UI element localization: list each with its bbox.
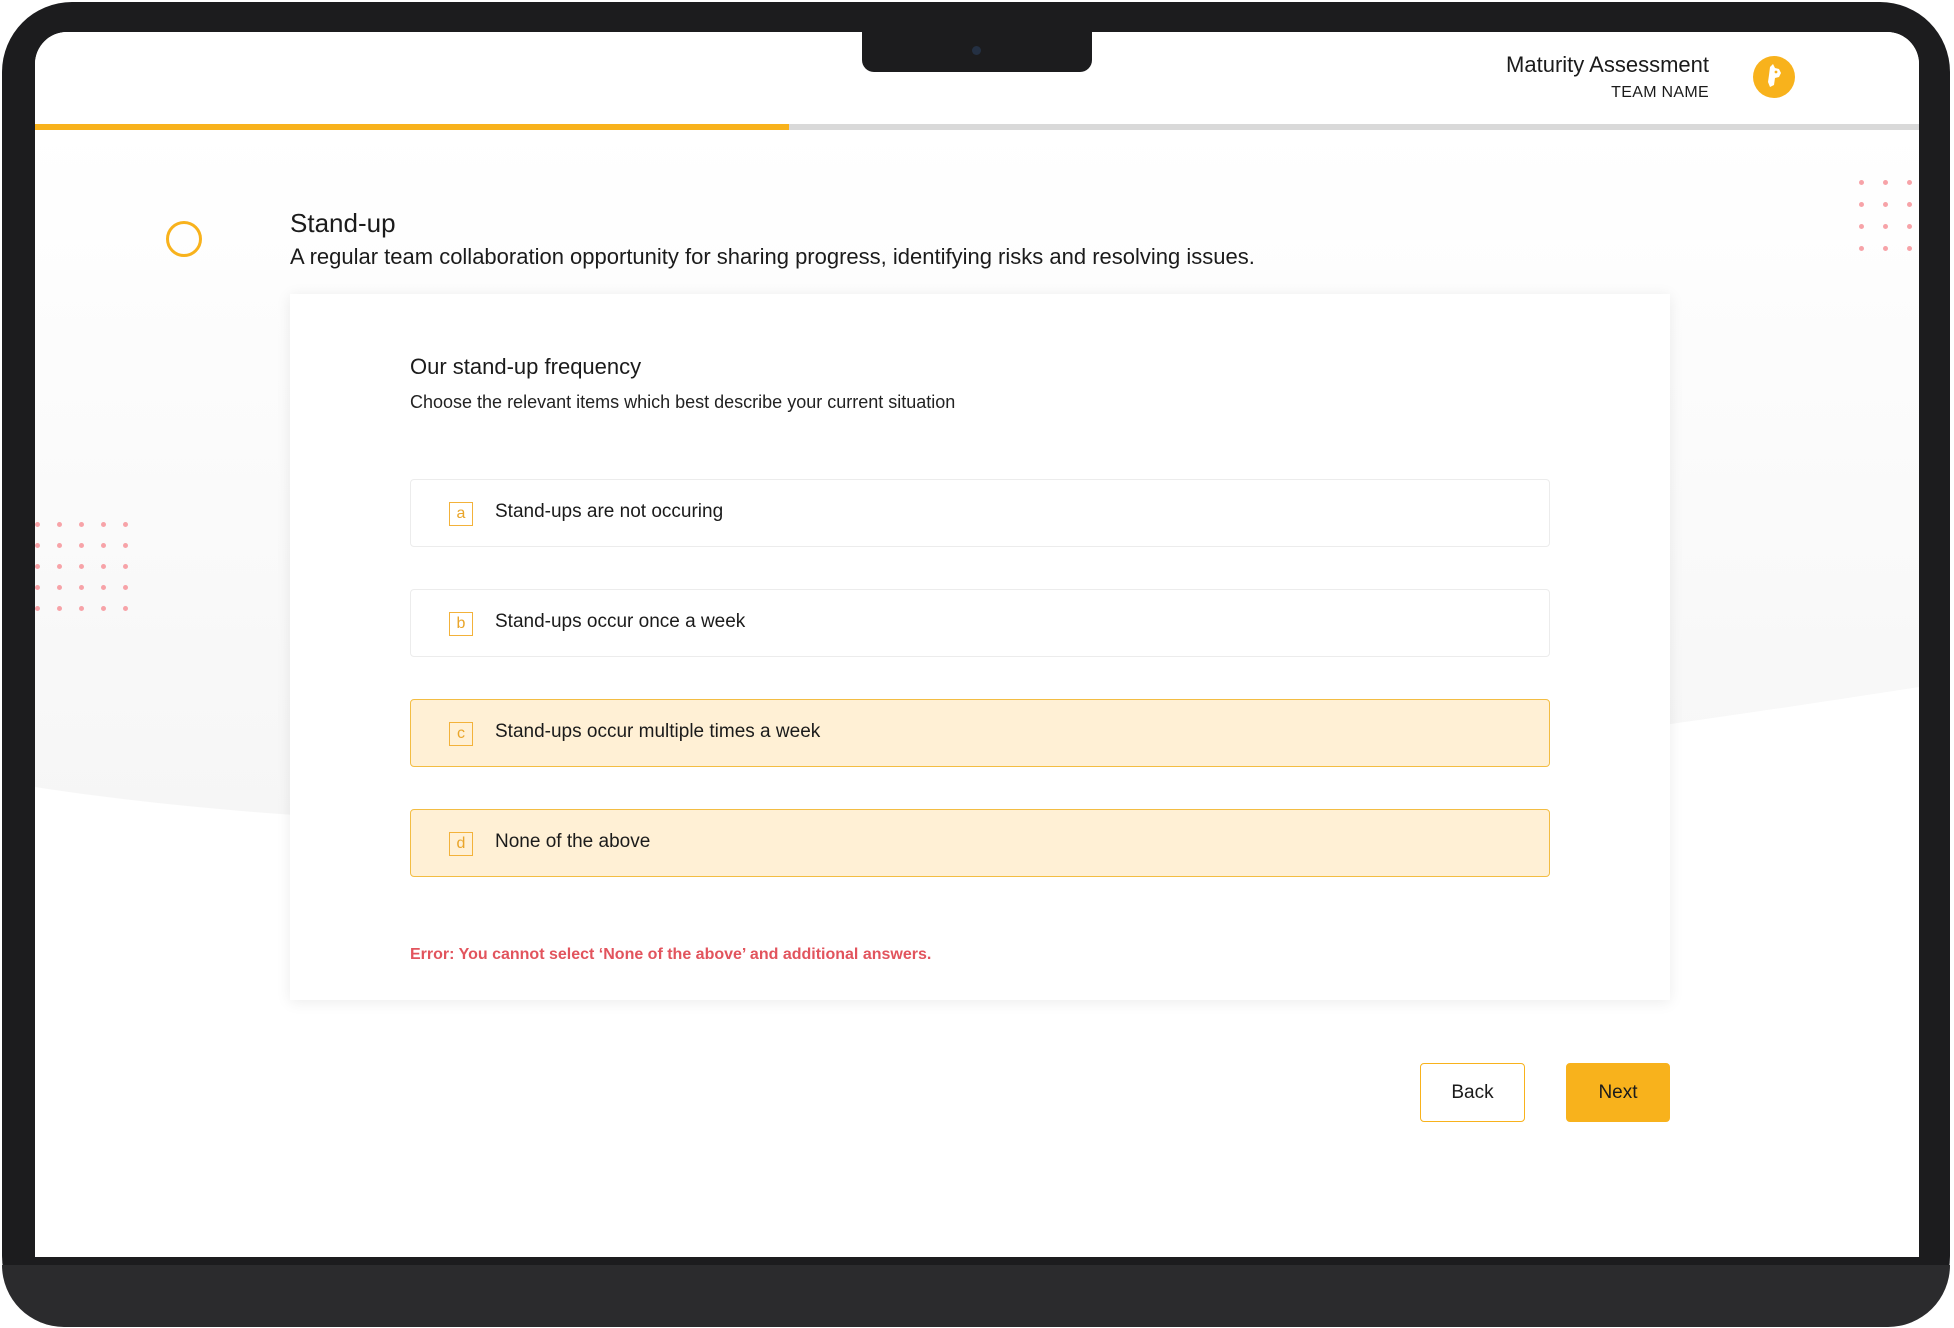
decorative-dots-left [35,522,135,611]
app-screen: Maturity Assessment TEAM NAME Stand-up A… [35,32,1919,1257]
option-label: Stand-ups occur once a week [495,611,746,632]
back-button[interactable]: Back [1420,1063,1525,1122]
option-d[interactable]: d None of the above [410,809,1550,877]
decorative-dots-right [1859,180,1919,270]
laptop-base [2,1265,1950,1327]
option-letter-badge: d [449,832,473,856]
error-message: Error: You cannot select ‘None of the ab… [410,946,932,963]
option-c[interactable]: c Stand-ups occur multiple times a week [410,699,1550,767]
question-title: Our stand-up frequency [410,354,642,379]
app-title: Maturity Assessment [1506,52,1709,77]
option-letter-badge: b [449,612,473,636]
llama-logo-icon[interactable] [1753,56,1795,98]
progress-bar-fill [35,124,789,130]
team-name: TEAM NAME [1611,84,1709,101]
option-a[interactable]: a Stand-ups are not occuring [410,479,1550,547]
option-b[interactable]: b Stand-ups occur once a week [410,589,1550,657]
option-label: Stand-ups are not occuring [495,501,724,522]
section-description: A regular team collaboration opportunity… [290,244,1255,269]
camera-notch [862,32,1092,72]
section-title: Stand-up [290,208,396,238]
question-subtitle: Choose the relevant items which best des… [410,392,956,412]
next-button[interactable]: Next [1566,1063,1670,1122]
option-letter-badge: c [449,722,473,746]
question-card: Our stand-up frequency Choose the releva… [290,294,1670,1000]
option-label: Stand-ups occur multiple times a week [495,721,821,742]
option-label: None of the above [495,831,651,852]
section-status-ring-icon [166,221,202,257]
option-letter-badge: a [449,502,473,526]
progress-bar [35,124,1919,130]
camera-icon [972,46,981,55]
